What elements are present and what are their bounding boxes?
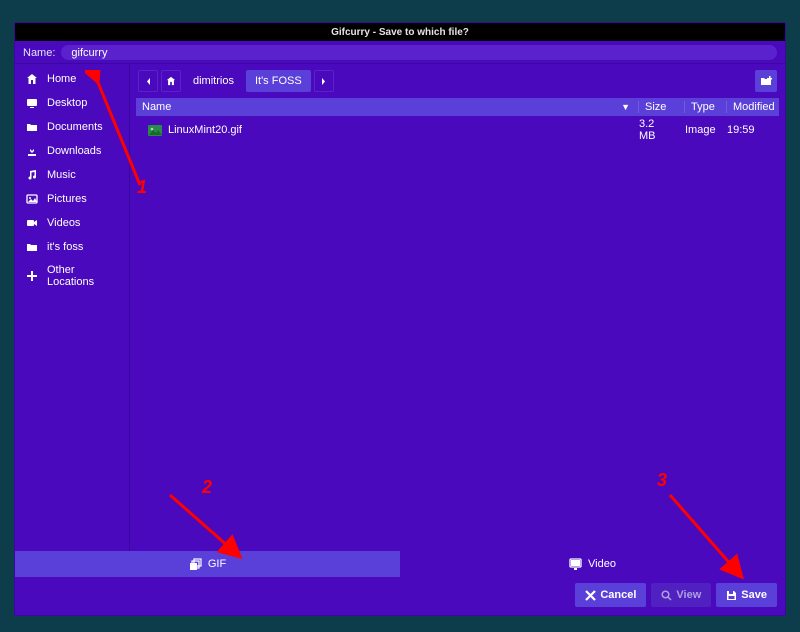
th-name[interactable]: Name▼ [136, 101, 639, 113]
main-area: Home Desktop Documents Downloads Music P… [15, 64, 785, 551]
sidebar-item-videos[interactable]: Videos [15, 211, 129, 235]
sidebar-item-label: Pictures [47, 193, 87, 205]
table-header: Name▼ Size Type Modified [136, 98, 779, 116]
breadcrumb: dimitrios It's FOSS [130, 64, 785, 98]
save-icon [726, 590, 737, 601]
sidebar-item-pictures[interactable]: Pictures [15, 187, 129, 211]
save-label: Save [741, 589, 767, 601]
sidebar-item-itsfoss[interactable]: it's foss [15, 235, 129, 259]
breadcrumb-seg-1[interactable]: It's FOSS [246, 70, 311, 92]
sidebar-item-documents[interactable]: Documents [15, 115, 129, 139]
titlebar: Gifcurry - Save to which file? [15, 23, 785, 41]
layers-icon [189, 558, 202, 571]
format-bar: GIF Video [15, 551, 785, 577]
content-area: dimitrios It's FOSS Name▼ Size Type Modi… [129, 64, 785, 551]
format-video-label: Video [588, 558, 616, 570]
format-video[interactable]: Video [400, 551, 785, 577]
sidebar-item-label: Other Locations [47, 264, 119, 288]
file-list: LinuxMint20.gif 3.2 MB Image 19:59 [130, 116, 785, 551]
filename-row: Name: [15, 41, 785, 63]
sidebar-item-music[interactable]: Music [15, 163, 129, 187]
desktop-icon [25, 96, 39, 110]
cell-type: Image [679, 124, 721, 136]
format-gif-label: GIF [208, 558, 226, 570]
nav-home-button[interactable] [161, 70, 181, 92]
nav-fwd-button[interactable] [314, 70, 334, 92]
picture-icon [25, 192, 39, 206]
view-button[interactable]: View [651, 583, 711, 607]
download-icon [25, 144, 39, 158]
folder-icon [25, 240, 39, 254]
format-gif[interactable]: GIF [15, 551, 400, 577]
sidebar-item-other-locations[interactable]: Other Locations [15, 259, 129, 293]
button-bar: Cancel View Save [15, 577, 785, 615]
monitor-icon [569, 558, 582, 570]
cell-name: LinuxMint20.gif [142, 124, 633, 136]
th-type[interactable]: Type [685, 101, 727, 113]
places-sidebar: Home Desktop Documents Downloads Music P… [15, 64, 129, 551]
new-folder-button[interactable] [755, 70, 777, 92]
view-label: View [676, 589, 701, 601]
th-size[interactable]: Size [639, 101, 685, 113]
sidebar-item-label: it's foss [47, 241, 83, 253]
sidebar-item-home[interactable]: Home [15, 67, 129, 91]
name-label: Name: [23, 47, 55, 59]
file-image-icon [148, 125, 162, 136]
magnify-icon [661, 590, 672, 601]
sidebar-item-label: Downloads [47, 145, 101, 157]
cancel-button[interactable]: Cancel [575, 583, 646, 607]
cell-size: 3.2 MB [633, 118, 679, 142]
sidebar-item-label: Home [47, 73, 76, 85]
cell-modified: 19:59 [721, 124, 773, 136]
nav-back-button[interactable] [138, 70, 158, 92]
sort-down-icon: ▼ [621, 102, 630, 112]
breadcrumb-seg-0[interactable]: dimitrios [184, 70, 243, 92]
save-button[interactable]: Save [716, 583, 777, 607]
home-icon [25, 72, 39, 86]
folder-icon [25, 120, 39, 134]
sidebar-item-label: Desktop [47, 97, 87, 109]
sidebar-item-label: Music [47, 169, 76, 181]
plus-icon [25, 269, 39, 283]
table-row[interactable]: LinuxMint20.gif 3.2 MB Image 19:59 [136, 116, 779, 144]
sidebar-item-downloads[interactable]: Downloads [15, 139, 129, 163]
sidebar-item-label: Videos [47, 217, 80, 229]
sidebar-item-label: Documents [47, 121, 103, 133]
close-icon [585, 590, 596, 601]
filename-input[interactable] [61, 45, 777, 60]
music-icon [25, 168, 39, 182]
th-modified[interactable]: Modified [727, 101, 779, 113]
save-dialog: Gifcurry - Save to which file? Name: Hom… [14, 22, 786, 616]
video-icon [25, 216, 39, 230]
window-title: Gifcurry - Save to which file? [331, 27, 469, 38]
cancel-label: Cancel [600, 589, 636, 601]
sidebar-item-desktop[interactable]: Desktop [15, 91, 129, 115]
